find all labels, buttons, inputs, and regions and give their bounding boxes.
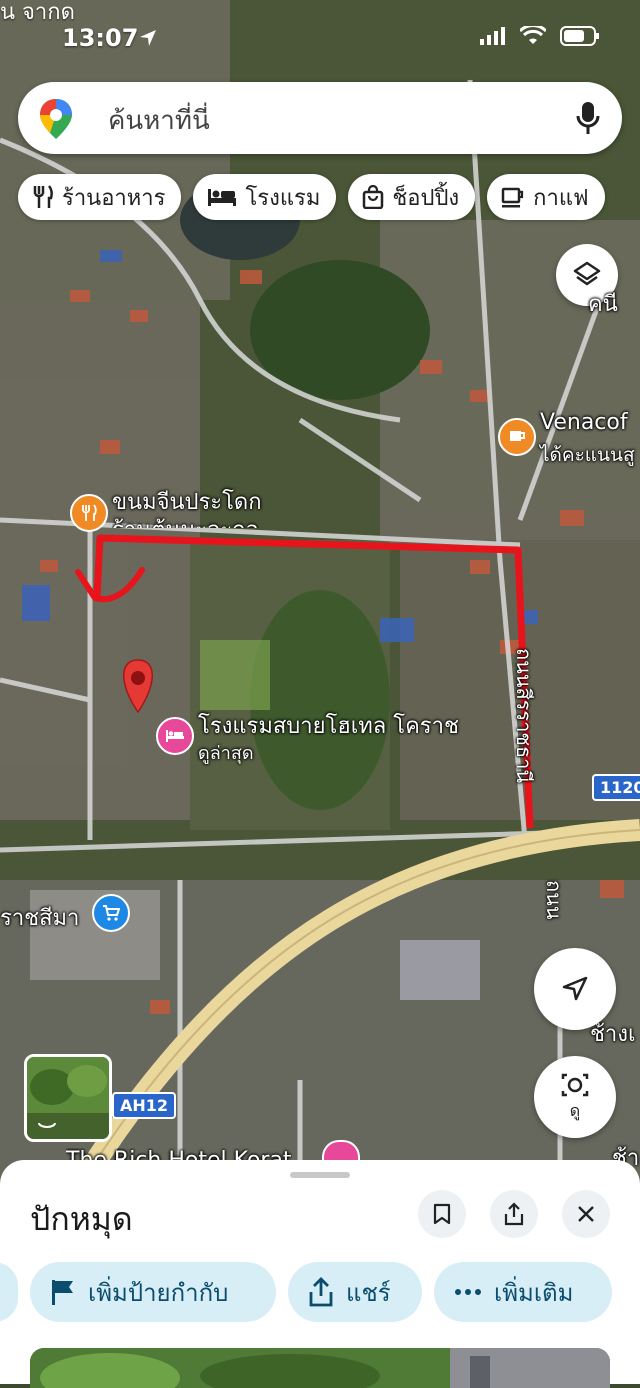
bed-icon — [208, 189, 237, 206]
camera-lens-icon — [561, 1073, 589, 1096]
action-row: เพิ่มป้ายกำกับ แชร์ เพิ่มเติม — [0, 1262, 640, 1322]
share-icon — [504, 1202, 524, 1226]
chip-coffee[interactable]: กาแฟ — [487, 174, 605, 220]
bookmark-icon — [433, 1203, 451, 1225]
coffee-icon — [501, 187, 524, 208]
wifi-icon — [520, 26, 546, 44]
coffee-poi-icon[interactable] — [498, 418, 536, 456]
location-arrow-icon — [140, 30, 156, 46]
chip-label: ร้านอาหาร — [62, 185, 166, 211]
navigation-arrow-icon — [562, 976, 588, 1001]
status-time: 13:07 — [62, 24, 139, 52]
place-photo[interactable] — [30, 1348, 610, 1388]
microphone-icon[interactable] — [576, 100, 600, 136]
map-label-noodle-shop-2: ร้านต้นมะละกอ — [112, 512, 259, 528]
flag-icon — [52, 1280, 73, 1305]
close-icon — [578, 1206, 594, 1222]
more-text: เพิ่มเติม — [494, 1278, 574, 1307]
share-text: แชร์ — [346, 1278, 391, 1307]
shopping-poi-icon[interactable] — [92, 894, 130, 932]
place-bottom-sheet: ปักหมุด เพิ่มป้ายกำกับ แชร์ เพิ่มเติม — [0, 1160, 640, 1388]
hotel-poi-icon[interactable] — [156, 717, 194, 755]
category-chips: ร้านอาหาร โรงแรม ช็อปปิ้ง กาแฟ — [18, 174, 605, 220]
add-label-text: เพิ่มป้ายกำกับ — [88, 1278, 229, 1307]
lens-view-label: ดู — [569, 1100, 581, 1120]
more-horiz-icon — [455, 1289, 481, 1295]
map-label-edge-top: คนี — [588, 292, 618, 317]
chip-label: ช็อปปิ้ง — [392, 185, 460, 211]
battery-icon — [560, 26, 599, 46]
map-label-road: ถนนสีรราชธานี — [512, 648, 536, 784]
map-label-shop[interactable]: ราชสีมา — [0, 900, 79, 935]
road-shield-1120: 1120 — [592, 774, 640, 801]
lens-view-button[interactable]: ดู — [534, 1056, 616, 1138]
search-bar[interactable]: ค้นหาที่นี่ — [18, 82, 622, 154]
fork-knife-icon — [33, 185, 53, 208]
map-label-road-2: ถนน — [542, 880, 566, 920]
more-button[interactable]: เพิ่มเติม — [434, 1262, 612, 1322]
street-view-thumbnail[interactable] — [24, 1054, 112, 1142]
share-icon-button[interactable] — [490, 1190, 538, 1238]
add-label-button[interactable]: เพิ่มป้ายกำกับ — [30, 1262, 276, 1322]
offscreen-action-button[interactable] — [0, 1262, 18, 1322]
share-icon — [309, 1277, 333, 1307]
chip-label: โรงแรม — [245, 185, 321, 211]
restaurant-poi-icon[interactable] — [70, 494, 108, 532]
google-maps-pin-icon — [40, 99, 72, 139]
status-icons — [480, 26, 600, 46]
chip-shopping[interactable]: ช็อปปิ้ง — [348, 174, 476, 220]
chip-restaurants[interactable]: ร้านอาหาร — [18, 174, 182, 220]
road-shield-ah12: AH12 — [112, 1092, 177, 1119]
drag-handle[interactable] — [290, 1172, 350, 1178]
share-button[interactable]: แชร์ — [288, 1262, 422, 1322]
search-placeholder[interactable]: ค้นหาที่นี่ — [108, 100, 210, 141]
map-label-venacoffee[interactable]: Venacof — [540, 410, 628, 435]
signal-icon — [480, 27, 505, 45]
map-label-venacoffee-rating: ได้คะแนนสู — [540, 444, 635, 466]
shopping-bag-icon — [363, 185, 384, 209]
chip-hotels[interactable]: โรงแรม — [193, 174, 337, 220]
save-button[interactable] — [418, 1190, 466, 1238]
close-button[interactable] — [562, 1190, 610, 1238]
chip-label: กาแฟ — [533, 185, 589, 211]
map-label-hotel-recent: ดูล่าสุด — [198, 743, 254, 764]
sheet-title: ปักหมุด — [30, 1200, 133, 1238]
hotel-poi-icon-2[interactable] — [322, 1140, 360, 1162]
my-location-button[interactable] — [534, 948, 616, 1030]
